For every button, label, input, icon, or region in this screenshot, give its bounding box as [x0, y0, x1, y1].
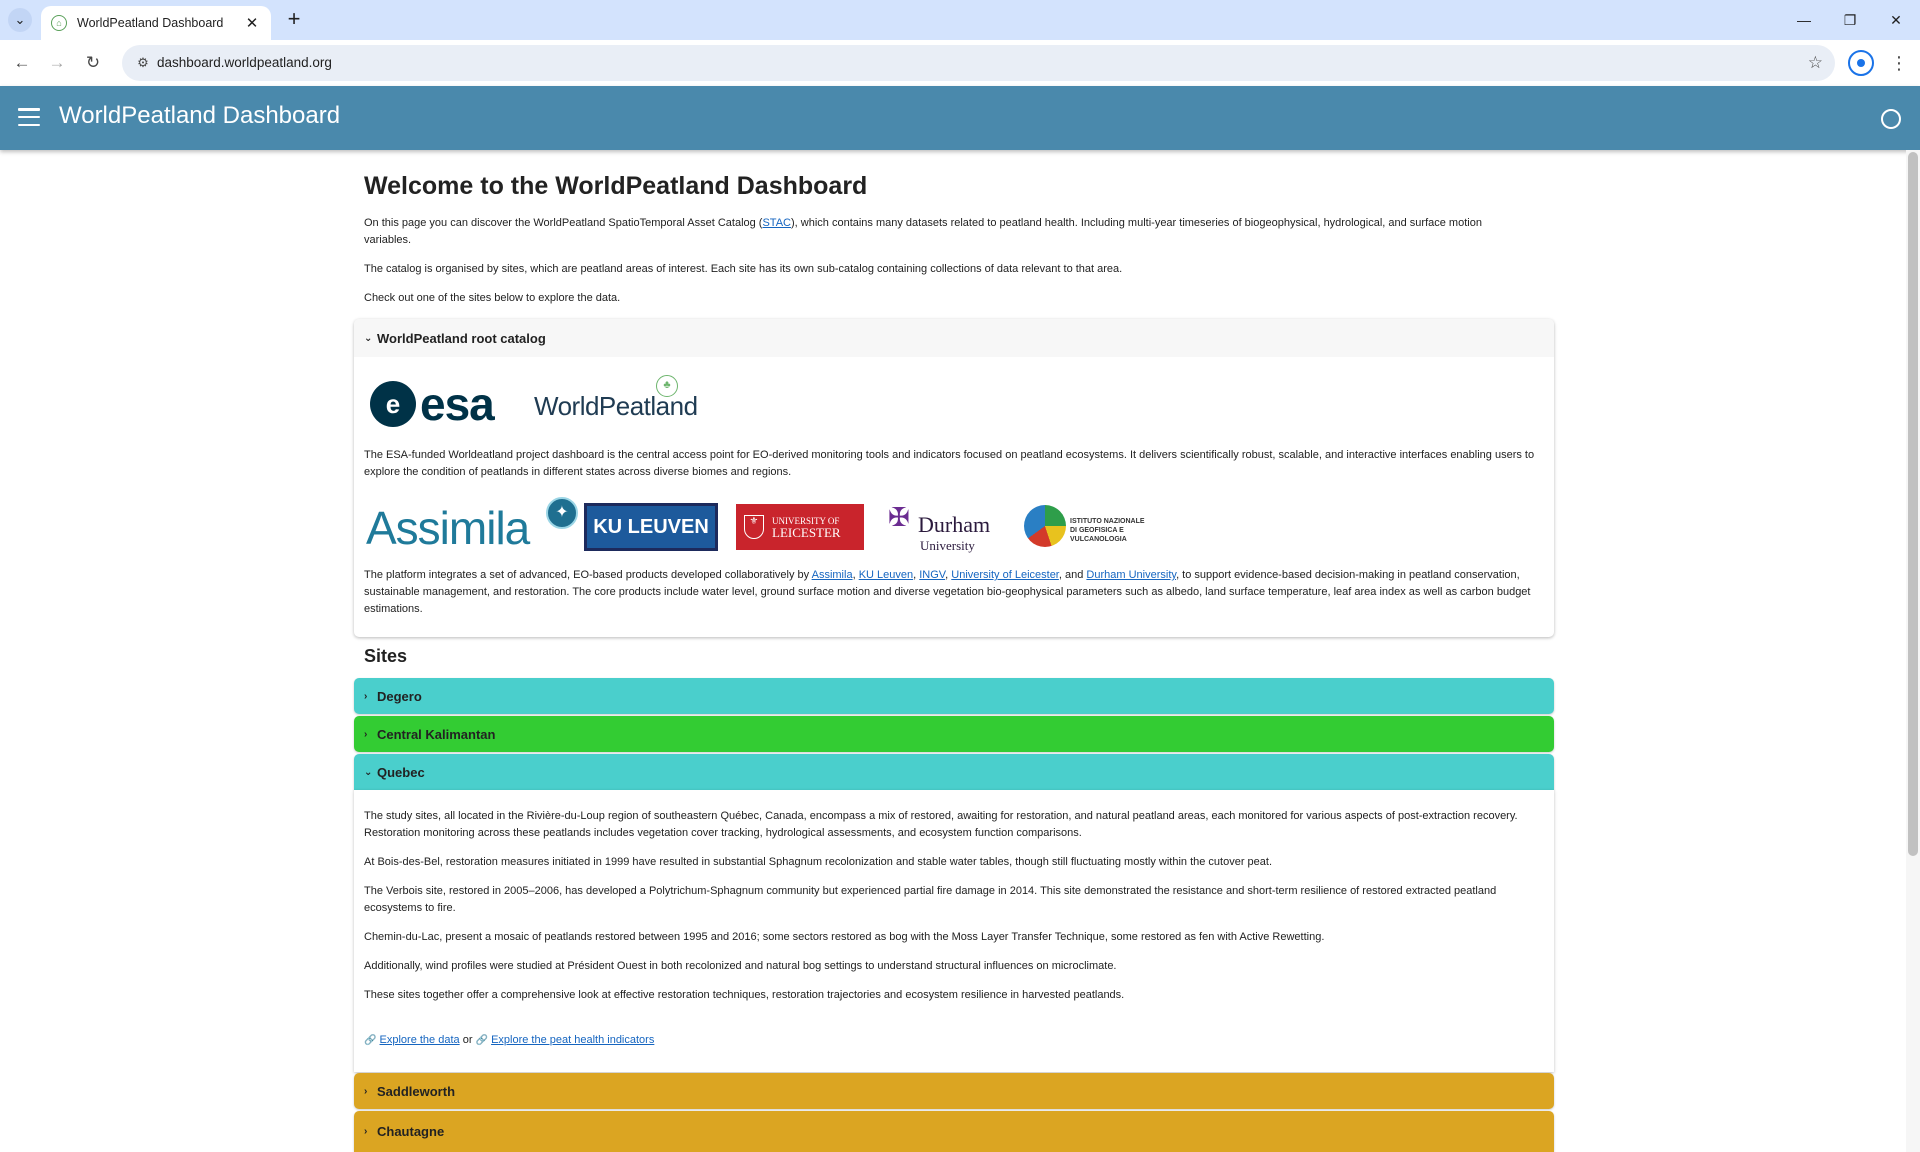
leicester-logo-text-2: LEICESTER — [772, 525, 841, 540]
ingv-logo-text-1: ISTITUTO NAZIONALE — [1070, 518, 1145, 525]
chevron-right-icon: › — [364, 690, 368, 702]
platform-text-a: The platform integrates a set of advance… — [364, 569, 812, 581]
worldpeatland-logo-text: WorldPeatland — [534, 391, 698, 421]
esa-logo: e esa — [370, 377, 495, 431]
chevron-right-icon: › — [364, 728, 368, 740]
loading-circle-icon[interactable] — [1881, 109, 1901, 129]
site-name-saddleworth: Saddleworth — [377, 1083, 456, 1099]
sites-heading: Sites — [364, 646, 408, 666]
new-tab-button[interactable]: + — [281, 7, 307, 33]
explore-data-link[interactable]: Explore the data — [380, 1034, 460, 1046]
reload-button[interactable]: ↻ — [79, 49, 107, 77]
stac-link[interactable]: STAC — [762, 217, 791, 229]
quebec-paragraph-4: Chemin-du-Lac, present a mosaic of peatl… — [364, 931, 1325, 943]
tab-close-icon[interactable]: ✕ — [243, 14, 261, 32]
app-title: WorldPeatland Dashboard — [59, 102, 341, 129]
intro-text-1a: On this page you can discover the WorldP… — [364, 217, 763, 229]
link-icon: 🔗 — [475, 1035, 488, 1046]
app-header: WorldPeatland Dashboard — [0, 86, 1920, 150]
ku-leuven-link[interactable]: KU Leuven — [859, 569, 913, 581]
browser-toolbar: ← → ↻ ⚙ dashboard.worldpeatland.org ☆ ⋮ — [0, 40, 1920, 86]
site-info-icon[interactable]: ⚙ — [134, 54, 152, 72]
leicester-shield-icon: ⚜ — [744, 515, 764, 539]
forward-button[interactable]: → — [43, 49, 71, 77]
intro-text: On this page you can discover the WorldP… — [354, 215, 1554, 307]
chevron-right-icon: › — [364, 1085, 368, 1097]
platform-description: The platform integrates a set of advance… — [364, 567, 1544, 618]
ingv-logo: ISTITUTO NAZIONALE DI GEOFISICA E VULCAN… — [1024, 505, 1174, 549]
ku-leuven-logo-text: KU LEUVEN — [593, 515, 709, 538]
assimila-logo: Assimila ✦ — [366, 497, 582, 554]
site-name-central-kalimantan: Central Kalimantan — [377, 726, 496, 742]
esa-ball-icon: e — [370, 381, 416, 427]
esa-description: The ESA-funded Worldeatland project dash… — [364, 449, 1535, 478]
tab-search-button[interactable]: ⌄ — [8, 8, 32, 32]
durham-logo-text-1: Durham — [918, 512, 991, 537]
scrollbar-thumb[interactable] — [1908, 152, 1918, 856]
minimize-button[interactable]: — — [1781, 6, 1827, 34]
close-window-button[interactable]: ✕ — [1873, 6, 1919, 34]
intro-paragraph-2: The catalog is organised by sites, which… — [364, 263, 1123, 275]
restore-button[interactable]: ❐ — [1827, 6, 1873, 34]
ingv-globe-icon — [1024, 505, 1066, 547]
bookmark-star-icon[interactable]: ☆ — [1808, 53, 1823, 73]
quebec-paragraph-1: The study sites, all located in the Rivi… — [364, 810, 1518, 839]
quebec-details: The study sites, all located in the Rivi… — [354, 790, 1554, 1072]
site-bar-central-kalimantan[interactable]: › Central Kalimantan — [354, 716, 1554, 752]
favicon-icon: ⌂ — [51, 15, 67, 31]
main-content: Welcome to the WorldPeatland Dashboard O… — [354, 150, 1554, 307]
page-title: Welcome to the WorldPeatland Dashboard — [364, 172, 868, 200]
site-name-degero: Degero — [377, 688, 422, 704]
chevron-down-icon: ⌄ — [364, 766, 373, 778]
durham-logo-text-2: University — [920, 538, 975, 553]
address-bar[interactable]: ⚙ dashboard.worldpeatland.org ☆ — [122, 45, 1835, 81]
chevron-down-icon: ⌄ — [364, 332, 373, 344]
explore-links-row: 🔗 Explore the data or 🔗 Explore the peat… — [364, 1032, 1534, 1049]
leicester-link[interactable]: University of Leicester — [951, 569, 1059, 581]
browser-menu-icon[interactable]: ⋮ — [1888, 49, 1910, 77]
root-catalog-title: WorldPeatland root catalog — [377, 330, 546, 346]
profile-icon[interactable] — [1848, 50, 1874, 76]
site-name-chautagne: Chautagne — [377, 1124, 445, 1139]
root-catalog-card: ⌄ WorldPeatland root catalog e esa ♣ Wor… — [354, 319, 1554, 637]
assimila-link[interactable]: Assimila — [812, 569, 853, 581]
url-text: dashboard.worldpeatland.org — [157, 55, 332, 70]
durham-link[interactable]: Durham University — [1086, 569, 1176, 581]
intro-paragraph-3: Check out one of the sites below to expl… — [364, 292, 621, 304]
durham-cross-icon: ✠ — [888, 502, 910, 532]
browser-tab[interactable]: ⌂ WorldPeatland Dashboard ✕ — [41, 6, 271, 40]
site-name-quebec: Quebec — [377, 764, 425, 780]
site-bar-chautagne[interactable]: › Chautagne — [354, 1111, 1554, 1152]
back-button[interactable]: ← — [8, 49, 36, 77]
worldpeatland-logo: ♣ WorldPeatland — [534, 375, 698, 421]
durham-logo: ✠ Durham University — [888, 502, 1008, 553]
ingv-logo-text-2: DI GEOFISICA E VULCANOLOGIA — [1070, 527, 1127, 543]
ku-leuven-logo: KU LEUVEN — [584, 503, 718, 551]
chevron-right-icon: › — [364, 1126, 368, 1137]
quebec-paragraph-2: At Bois-des-Bel, restoration measures in… — [364, 856, 1273, 868]
assimila-logo-text: Assimila — [366, 502, 530, 554]
link-icon: 🔗 — [364, 1035, 377, 1046]
esa-logo-text: esa — [420, 378, 495, 430]
intro-paragraph-1: On this page you can discover the WorldP… — [364, 215, 1524, 249]
quebec-paragraph-6: These sites together offer a comprehensi… — [364, 989, 1125, 1001]
quebec-paragraph-3: The Verbois site, restored in 2005–2006,… — [364, 885, 1497, 914]
quebec-paragraph-5: Additionally, wind profiles were studied… — [364, 960, 1117, 972]
separator-and: , and — [1058, 569, 1087, 581]
tab-title: WorldPeatland Dashboard — [77, 16, 224, 30]
site-bar-degero[interactable]: › Degero — [354, 678, 1554, 714]
leicester-logo: ⚜ UNIVERSITY OF LEICESTER — [736, 504, 864, 550]
ingv-link[interactable]: INGV — [919, 569, 945, 581]
hamburger-menu-icon[interactable] — [18, 108, 40, 126]
explore-indicators-link[interactable]: Explore the peat health indicators — [491, 1034, 654, 1046]
root-catalog-header[interactable]: ⌄ WorldPeatland root catalog — [354, 319, 1554, 357]
browser-tab-bar: ⌄ ⌂ WorldPeatland Dashboard ✕ + — ❐ ✕ — [0, 0, 1920, 40]
or-text: or — [462, 1034, 473, 1046]
assimila-globe-icon: ✦ — [546, 497, 578, 529]
site-bar-quebec[interactable]: ⌄ Quebec — [354, 754, 1554, 790]
site-bar-saddleworth[interactable]: › Saddleworth — [354, 1073, 1554, 1109]
